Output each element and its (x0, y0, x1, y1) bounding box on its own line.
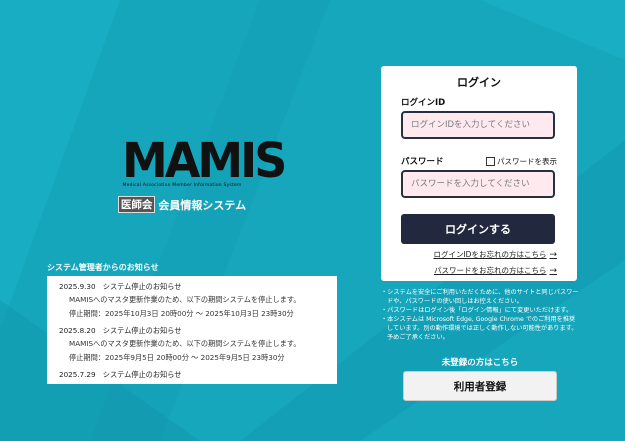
login-id-input[interactable] (401, 111, 555, 139)
notice-head: 2025.8.20 システム停止のお知らせ (59, 326, 182, 335)
login-card: ログイン ログインID パスワード パスワードを表示 ログインする ログインID… (381, 66, 577, 281)
show-password-label: パスワードを表示 (497, 156, 557, 166)
login-id-label: ログインID (401, 98, 446, 108)
notice-item: 2025.7.29 システム停止のお知らせ (59, 369, 337, 381)
notice-item: 2025.8.20 システム停止のお知らせ MAMISへのマスタ更新作業のため、… (59, 325, 337, 365)
note-item: ・システムを安全にご利用いただくために、他のサイトと同じパスワードや、パスワード… (381, 289, 579, 305)
notices-title: システム管理者からのお知らせ (47, 263, 159, 272)
password-label: パスワード (401, 157, 444, 167)
system-name: 医師会 会員情報システム (117, 196, 246, 213)
arrow-right-icon: → (549, 265, 557, 276)
notice-head: 2025.7.29 システム停止のお知らせ (59, 370, 182, 379)
arrow-right-icon: → (549, 249, 557, 260)
notice-line: 停止期間：2025年10月3日 20時00分 〜 2025年10月3日 23時3… (69, 309, 294, 318)
notice-line: MAMISへのマスタ更新作業のため、以下の期間システムを停止します。 (69, 339, 301, 348)
notice-item: 2025.9.30 システム停止のお知らせ MAMISへのマスタ更新作業のため、… (59, 281, 337, 321)
forgot-id-link[interactable]: ログインIDをお忘れの方はこちら → (401, 249, 557, 260)
login-notes: ・システムを安全にご利用いただくために、他のサイトと同じパスワードや、パスワード… (381, 288, 581, 342)
note-item: ・本システムは Microsoft Edge, Google Chrome での… (381, 316, 578, 341)
mamis-logo: MAMIS Medical Association Member Informa… (117, 131, 287, 213)
register-button[interactable]: 利用者登録 (403, 371, 557, 401)
unregistered-prompt: 未登録の方はこちら (441, 358, 519, 368)
show-password-checkbox[interactable] (486, 156, 495, 166)
login-title: ログイン (457, 76, 501, 89)
system-name-text: 会員情報システム (158, 198, 247, 212)
notice-line: MAMISへのマスタ更新作業のため、以下の期間システムを停止します。 (69, 295, 301, 304)
password-label-row: パスワード パスワードを表示 (401, 155, 557, 167)
forgot-password-link[interactable]: パスワードをお忘れの方はこちら → (401, 265, 557, 276)
forgot-password-text[interactable]: パスワードをお忘れの方はこちら (434, 265, 547, 276)
password-input[interactable] (401, 170, 555, 198)
logo-mark: MAMIS (122, 131, 287, 189)
show-password-toggle[interactable]: パスワードを表示 (486, 156, 557, 167)
login-button[interactable]: ログインする (401, 214, 555, 244)
notice-line: 停止期間：2025年9月5日 20時00分 〜 2025年9月5日 23時30分 (69, 353, 285, 362)
notice-head: 2025.9.30 システム停止のお知らせ (59, 282, 182, 291)
ishikai-badge: 医師会 (117, 196, 156, 213)
forgot-id-text[interactable]: ログインIDをお忘れの方はこちら (433, 249, 546, 260)
notices-box[interactable]: 2025.9.30 システム停止のお知らせ MAMISへのマスタ更新作業のため、… (47, 276, 337, 384)
note-item: ・パスワードはログイン後「ログイン情報」にて変更いただけます。 (381, 307, 573, 314)
